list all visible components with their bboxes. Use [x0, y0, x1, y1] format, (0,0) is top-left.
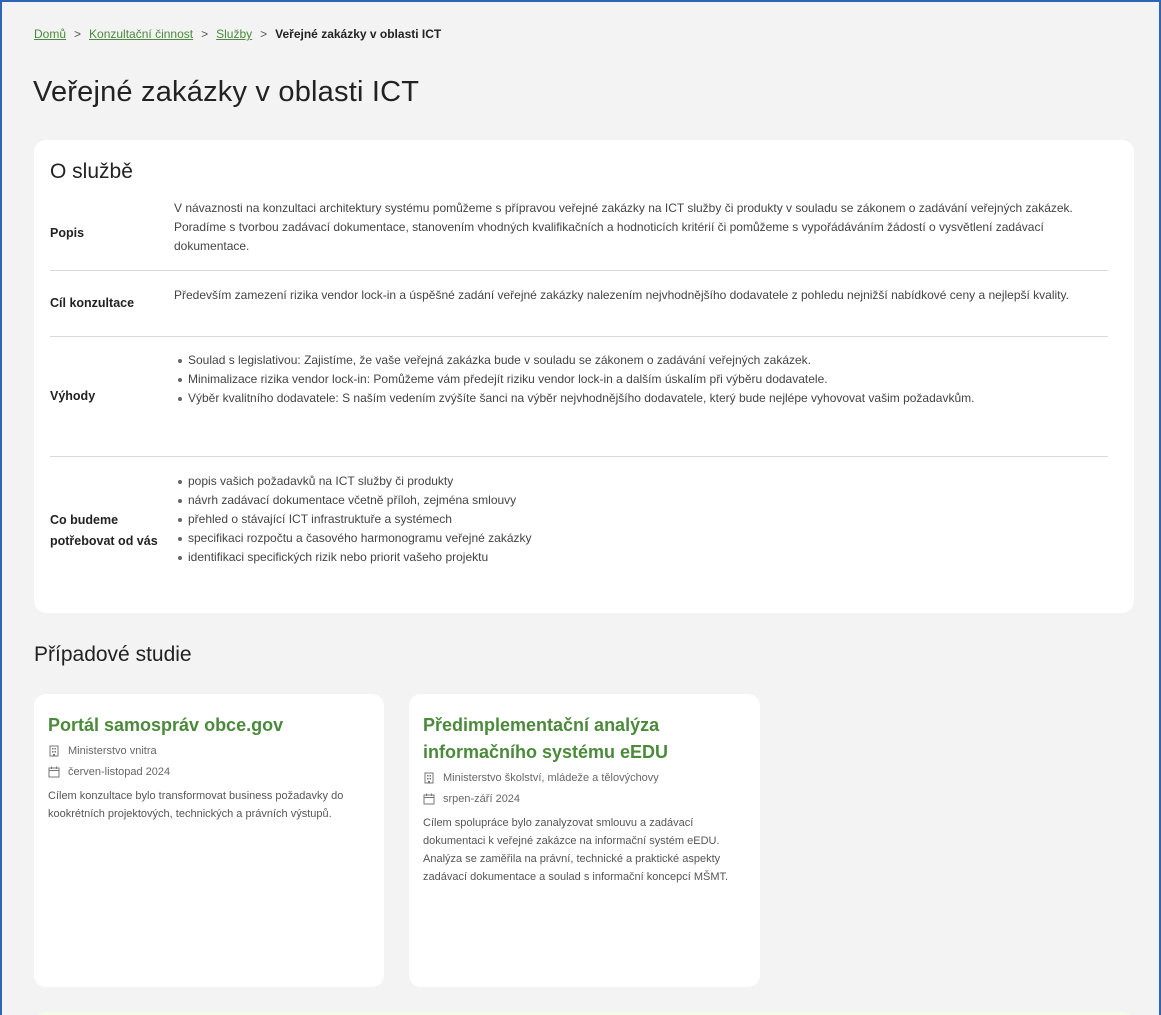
list-item: Minimalizace rizika vendor lock-in: Pomů…	[174, 370, 1108, 389]
breadcrumb-link-services[interactable]: Služby	[216, 27, 252, 41]
list-item: Soulad s legislativou: Zajistíme, že vaš…	[174, 351, 1108, 370]
goal-label: Cíl konzultace	[50, 296, 135, 310]
date-text: srpen-září 2024	[443, 793, 521, 805]
description-label: Popis	[50, 225, 85, 240]
case-study-description: Cílem spolupráce bylo zanalyzovat smlouv…	[423, 817, 729, 883]
case-studies-title: Případové studie	[34, 643, 192, 666]
case-study-title[interactable]: Portál samospráv obce.gov	[48, 712, 370, 739]
list-item: specifikaci rozpočtu a časového harmonog…	[174, 529, 1108, 548]
case-study-card[interactable]: Předimplementační analýza informačního s…	[409, 694, 760, 987]
chevron-right-icon: >	[74, 27, 82, 41]
case-study-date: srpen-září 2024	[423, 793, 746, 805]
description-text: V návaznosti na konzultaci architektury …	[174, 201, 1073, 253]
building-icon	[424, 772, 434, 784]
case-study-title[interactable]: Předimplementační analýza informačního s…	[423, 712, 746, 766]
requirements-list: popis vašich požadavků na ICT služby či …	[174, 472, 1108, 567]
calendar-icon	[423, 793, 435, 805]
breadcrumb-link-home[interactable]: Domů	[34, 27, 66, 41]
benefits-row: Výhody Soulad s legislativou: Zajistíme,…	[50, 337, 1108, 457]
case-study-organization: Ministerstvo vnitra	[48, 745, 370, 757]
chevron-right-icon: >	[260, 27, 268, 41]
list-item: popis vašich požadavků na ICT služby či …	[174, 472, 1108, 491]
case-study-card[interactable]: Portál samospráv obce.gov Ministerstvo v…	[34, 694, 384, 987]
requirements-label: Co budeme potřebovat od vás	[50, 513, 158, 548]
list-item: návrh zadávací dokumentace včetně příloh…	[174, 491, 1108, 510]
page-title: Veřejné zakázky v oblasti ICT	[33, 76, 420, 108]
building-icon	[49, 745, 59, 757]
case-study-description: Cílem konzultace bylo transformovat busi…	[48, 790, 344, 820]
case-study-organization: Ministerstvo školství, mládeže a tělovýc…	[423, 772, 746, 784]
benefits-list: Soulad s legislativou: Zajistíme, že vaš…	[174, 351, 1108, 408]
date-text: červen-listopad 2024	[68, 766, 171, 778]
requirements-row: Co budeme potřebovat od vás popis vašich…	[50, 457, 1108, 605]
list-item: identifikaci specifických rizik nebo pri…	[174, 548, 1108, 567]
list-item: Výběr kvalitního dodavatele: S naším ved…	[174, 389, 1108, 408]
calendar-icon	[48, 766, 60, 778]
list-item: přehled o stávající ICT infrastruktuře a…	[174, 510, 1108, 529]
about-service-title: O službě	[50, 160, 133, 183]
goal-text: Především zamezení rizika vendor lock-in…	[174, 288, 1069, 302]
case-study-date: červen-listopad 2024	[48, 766, 370, 778]
breadcrumb-current: Veřejné zakázky v oblasti ICT	[275, 27, 442, 41]
organization-text: Ministerstvo školství, mládeže a tělovýc…	[443, 772, 659, 784]
breadcrumb-link-consulting[interactable]: Konzultační činnost	[89, 27, 193, 41]
benefits-label: Výhody	[50, 389, 96, 403]
description-row: Popis V návaznosti na konzultaci archite…	[50, 196, 1108, 271]
organization-text: Ministerstvo vnitra	[68, 745, 157, 757]
about-service-card: O službě Popis V návaznosti na konzultac…	[34, 140, 1134, 613]
breadcrumb: Domů > Konzultační činnost > Služby > Ve…	[34, 27, 441, 41]
chevron-right-icon: >	[201, 27, 209, 41]
goal-row: Cíl konzultace Především zamezení rizika…	[50, 271, 1108, 337]
